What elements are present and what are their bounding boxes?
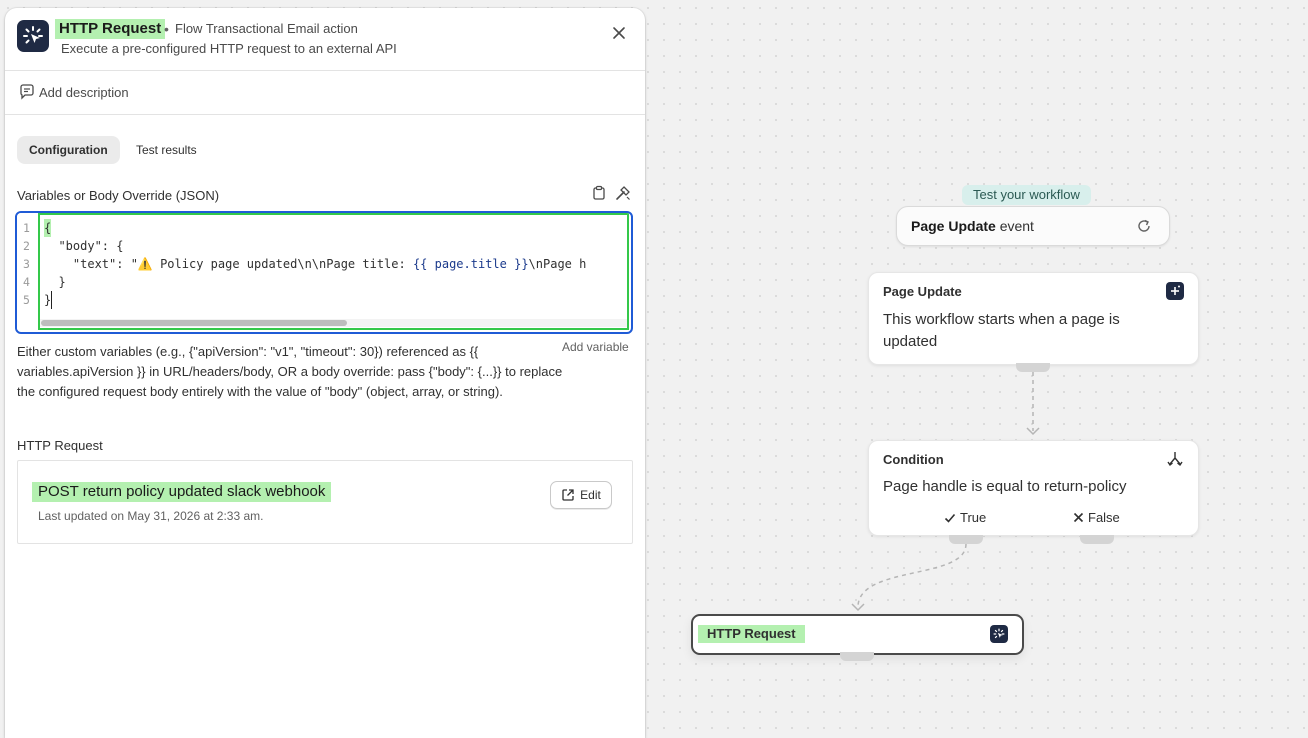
title-separator: • <box>164 21 169 37</box>
code-line-2: "body": { <box>44 239 124 253</box>
add-description-row[interactable]: Add description <box>5 71 645 115</box>
x-icon <box>1073 512 1084 523</box>
false-output-port[interactable] <box>1080 535 1114 544</box>
code-line-3-prefix: "text": "⚠️ Policy page updated\n\nPage … <box>44 257 413 271</box>
condition-node[interactable]: Condition Page handle is equal to return… <box>868 440 1199 536</box>
panel-subtitle: Execute a pre-configured HTTP request to… <box>61 41 397 56</box>
flow-app-icon <box>17 20 49 52</box>
line-number: 4 <box>23 275 30 289</box>
panel-header: HTTP Request • Flow Transactional Email … <box>5 8 645 71</box>
http-request-card: POST return policy updated slack webhook… <box>17 460 633 544</box>
magic-format-icon[interactable] <box>615 185 631 201</box>
add-variable-link[interactable]: Add variable <box>562 340 629 354</box>
code-area[interactable]: { "body": { "text": "⚠️ Policy page upda… <box>38 213 629 330</box>
code-line-3-suffix: \nPage h <box>528 257 587 271</box>
false-branch[interactable]: False <box>1073 510 1120 525</box>
line-number: 2 <box>23 239 30 253</box>
true-branch[interactable]: True <box>944 510 986 525</box>
comment-add-icon <box>19 84 35 105</box>
line-number: 5 <box>23 293 30 307</box>
code-line-3: "text": "⚠️ Policy page updated\n\nPage … <box>44 255 586 273</box>
trigger-event-label: Page Update event <box>911 218 1034 234</box>
node-description: Page handle is equal to return-policy <box>883 478 1127 495</box>
action-config-panel: HTTP Request • Flow Transactional Email … <box>5 8 645 738</box>
code-line-4: } <box>44 275 66 289</box>
true-output-port[interactable] <box>949 535 983 544</box>
output-port[interactable] <box>1016 363 1050 372</box>
scrollbar-thumb[interactable] <box>41 320 347 326</box>
flow-app-icon <box>990 625 1008 643</box>
trigger-event-suffix: event <box>995 218 1034 234</box>
help-text: Either custom variables (e.g., {"apiVers… <box>17 344 563 399</box>
page-update-trigger-node[interactable]: Page Update This workflow starts when a … <box>868 272 1199 365</box>
json-editor[interactable]: 1 2 3 4 5 { "body": { "text": "⚠️ Policy… <box>15 211 633 334</box>
refresh-icon[interactable] <box>1136 218 1152 239</box>
trigger-event-pill[interactable]: Page Update event <box>896 206 1170 246</box>
action-source: Flow Transactional Email action <box>175 21 358 36</box>
code-line-1: { <box>44 219 52 237</box>
output-port[interactable] <box>840 652 874 661</box>
horizontal-scrollbar[interactable] <box>40 319 627 327</box>
edit-button-label: Edit <box>580 488 601 502</box>
http-request-name: POST return policy updated slack webhook <box>32 482 332 502</box>
clipboard-icon[interactable] <box>591 185 607 201</box>
trigger-node-icon <box>1166 282 1184 300</box>
json-field-label: Variables or Body Override (JSON) <box>17 188 220 203</box>
check-icon <box>944 513 956 523</box>
panel-title: HTTP Request <box>55 19 166 39</box>
code-line-5: } <box>44 291 53 309</box>
line-number: 3 <box>23 257 30 271</box>
tab-test-results[interactable]: Test results <box>124 136 209 164</box>
true-branch-label: True <box>960 510 987 525</box>
node-title: HTTP Request <box>698 625 805 643</box>
add-description-label: Add description <box>39 85 129 100</box>
edit-button[interactable]: Edit <box>550 481 612 509</box>
node-description: This workflow starts when a page is upda… <box>883 311 1120 350</box>
external-link-icon <box>562 489 574 501</box>
trigger-event-name: Page Update <box>911 218 996 234</box>
false-branch-label: False <box>1088 510 1120 525</box>
last-updated-text: Last updated on May 31, 2026 at 2:33 am. <box>38 509 264 523</box>
tab-configuration[interactable]: Configuration <box>17 136 120 164</box>
node-title: Condition <box>883 452 944 467</box>
branch-split-icon <box>1166 450 1184 468</box>
line-number: 1 <box>23 221 30 235</box>
line-number-gutter: 1 2 3 4 5 <box>17 213 37 330</box>
http-request-node[interactable]: HTTP Request <box>691 614 1024 655</box>
close-icon[interactable] <box>609 23 629 43</box>
test-workflow-badge[interactable]: Test your workflow <box>962 185 1091 205</box>
code-line-3-variable: {{ page.title }} <box>412 257 529 271</box>
node-title: Page Update <box>883 284 962 299</box>
http-section-label: HTTP Request <box>17 438 103 453</box>
